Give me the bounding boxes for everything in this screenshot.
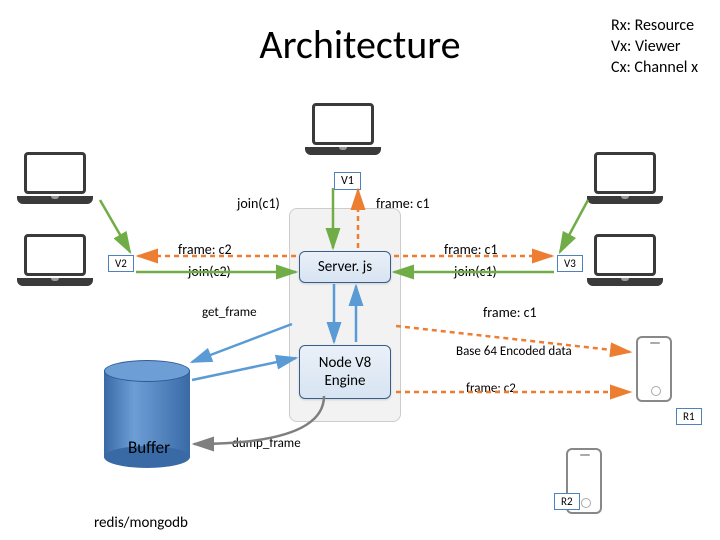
legend-v: Vx: Viewer [611,37,698,58]
label-join-c1-right: join(c1) [454,264,497,281]
tag-r2: R2 [554,493,580,510]
server-js-box: Server. js [299,251,391,283]
label-join-c1: join(c1) [237,196,280,213]
label-frame-c2-left: frame: c2 [178,242,232,259]
label-frame-c2-r1: frame: c2 [466,381,516,397]
tag-v3: V3 [557,255,583,272]
label-base64: Base 64 Encoded data [456,344,572,360]
label-join-c2: join(c2) [188,264,231,281]
laptop-v2 [24,234,93,286]
legend-c: Cx: Channel x [611,58,698,79]
laptop-v1 [312,103,381,155]
label-buffer: Buffer [128,438,170,458]
label-dump-frame: dump_frame [232,436,301,452]
laptop-v3 [594,234,663,286]
label-frame-c1-right: frame: c1 [444,242,498,259]
laptop-v3-right [594,152,663,204]
legend: Rx: Resource Vx: Viewer Cx: Channel x [611,16,698,78]
legend-r: Rx: Resource [611,16,698,37]
laptop-v2-left [24,152,93,204]
label-get-frame: get_frame [202,305,257,321]
engine-line1: Node V8 [304,354,386,372]
engine-line2: Engine [304,372,386,390]
label-frame-c1-top: frame: c1 [376,196,430,213]
server-js-label: Server. js [318,258,372,276]
tag-r1: R1 [676,408,702,425]
tag-v1: V1 [334,172,361,190]
tag-v2: V2 [108,255,134,272]
label-db: redis/mongodb [94,514,188,532]
label-frame-c1-r1: frame: c1 [483,305,537,322]
phone-r1 [636,336,672,402]
node-engine-box: Node V8 Engine [299,345,391,399]
